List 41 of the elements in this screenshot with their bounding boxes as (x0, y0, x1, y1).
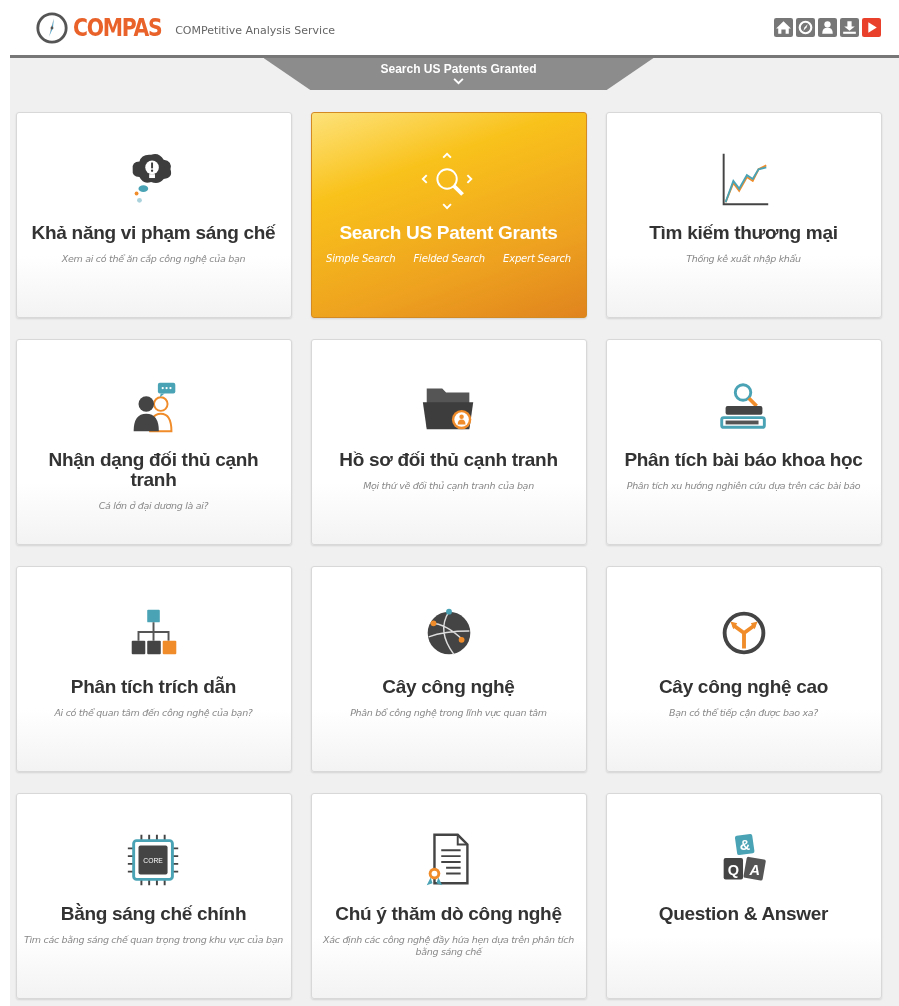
card-description: Phân tích xu hướng nghiên cứu dựa trên các bài báo (626, 480, 861, 492)
compass-icon (35, 10, 69, 45)
card-title: Bằng sáng chế chính (60, 904, 247, 924)
feature-card[interactable]: Tìm kiếm thương mại Thống kê xuất nhập khẩu (605, 112, 882, 318)
card-title: Cây công nghệ (382, 677, 515, 697)
feature-card[interactable]: Khả năng vi phạm sáng chế Xem ai có thể ăn cắp công nghệ của bạn (15, 112, 292, 318)
feature-card[interactable]: Nhận dạng đối thủ cạnh tranh Cá lớn ở đại dương là ai? (15, 339, 292, 545)
feature-card[interactable]: Hồ sơ đối thủ cạnh tranh Mọi thứ về đối thủ cạnh tranh của bạn (310, 339, 587, 545)
chevron-down-icon (453, 78, 464, 85)
feature-card[interactable]: Cây công nghệ Phân bổ công nghệ trong lĩnh vực quan tâm (310, 566, 587, 772)
card-title: Cây công nghệ cao (658, 677, 829, 697)
user-icon[interactable] (818, 18, 837, 37)
card-title: Nhận dạng đối thủ cạnh tranh (47, 450, 260, 490)
feature-card[interactable]: Phân tích bài báo khoa học Phân tích xu hướng nghiên cứu dựa trên các bài báo (605, 339, 882, 545)
card-description: Xem ai có thể ăn cắp công nghệ của bạn (61, 253, 246, 265)
feature-card[interactable]: Cây công nghệ cao Bạn có thể tiếp cận được bao xa? (605, 566, 882, 772)
card-title: Khả năng vi phạm sáng chế (31, 223, 276, 243)
brand-name: COMPAS (73, 13, 162, 42)
card-description: Phân bổ công nghệ trong lĩnh vực quan tâm (350, 707, 547, 719)
card-description: Thống kê xuất nhập khẩu (686, 253, 801, 265)
card-title: Tìm kiếm thương mại (649, 223, 838, 243)
feature-card[interactable]: Phân tích trích dẫn Ai có thể quan tâm đến công nghệ của bạn? (15, 566, 292, 772)
card-description: Ai có thể quan tâm đến công nghệ của bạn? (54, 707, 253, 719)
card-title: Chú ý thăm dò công nghệ (335, 904, 562, 924)
card-title: Phân tích bài báo khoa học (624, 450, 863, 470)
card-description: Mọi thứ về đối thủ cạnh tranh của bạn (363, 480, 534, 492)
card-title: Question & Answer (658, 904, 829, 924)
feature-card[interactable]: & Q A Question & Answer (605, 793, 882, 999)
home-icon[interactable] (774, 18, 793, 37)
tagline: COMPetitive Analysis Service (175, 23, 335, 37)
feature-card[interactable]: Chú ý thăm dò công nghệ Xác định các công nghệ đầy hứa hẹn dựa trên phân tích bằng sáng chế (310, 793, 587, 999)
compass-icon[interactable] (796, 18, 815, 37)
download-icon[interactable] (840, 18, 859, 37)
card-title: Search US Patent Grants (339, 223, 558, 243)
play-icon[interactable] (862, 18, 881, 37)
card-description: Xác định các công nghệ đầy hứa hẹn dựa trên phân tích bằng sáng chế (322, 934, 575, 958)
card-description: Tìm các bằng sáng chế quan trọng trong khu vực của bạn (24, 934, 283, 946)
card-description: Bạn có thể tiếp cận được bao xa? (668, 707, 819, 719)
card-description: Cá lớn ở đại dương là ai? (98, 500, 209, 512)
card-title: Hồ sơ đối thủ cạnh tranh (339, 450, 558, 470)
card-title: Phân tích trích dẫn (70, 677, 237, 697)
